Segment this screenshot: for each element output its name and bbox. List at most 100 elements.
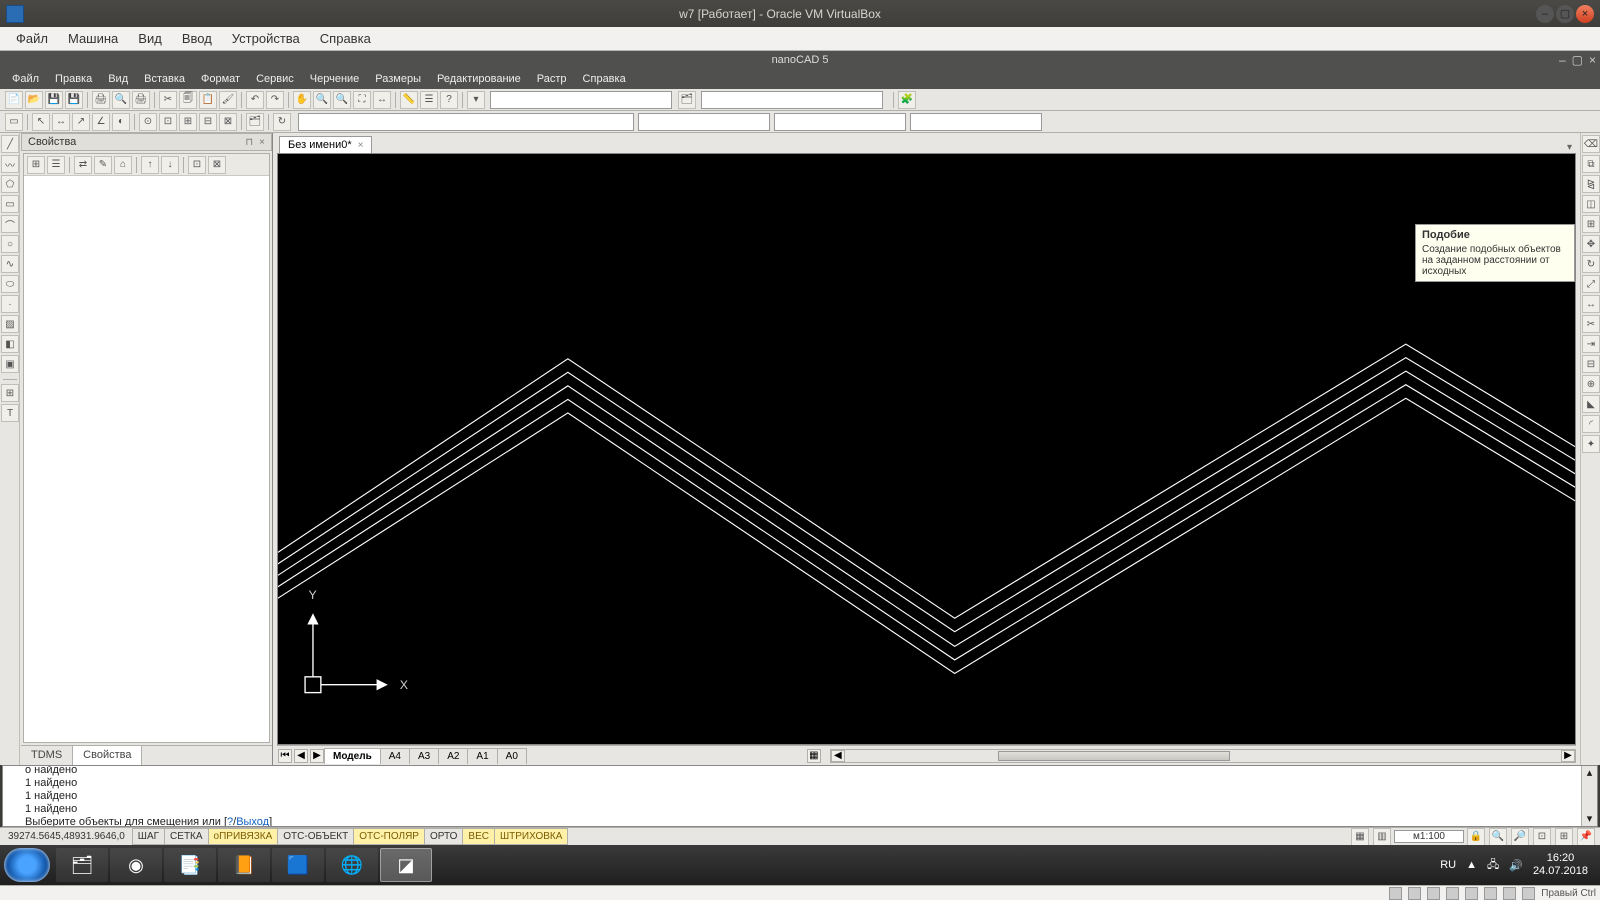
properties-icon[interactable]: ☰ xyxy=(420,91,438,109)
explode-icon[interactable]: ✦ xyxy=(1582,435,1600,453)
layer-manager-icon[interactable]: 🗂 xyxy=(678,91,696,109)
pan-icon[interactable]: ✋ xyxy=(293,91,311,109)
tab-overflow-icon[interactable]: ▾ xyxy=(1567,142,1580,153)
vb-menu-help[interactable]: Справка xyxy=(310,28,381,49)
toggle-snap[interactable]: ШАГ xyxy=(132,828,165,845)
toggle-otrack-polar[interactable]: ОТС-ПОЛЯР xyxy=(353,828,425,845)
status-model-icon[interactable]: ▦ xyxy=(1351,828,1369,846)
vb-menu-view[interactable]: Вид xyxy=(128,28,172,49)
sheet-tab-a2[interactable]: A2 xyxy=(438,748,468,764)
open-icon[interactable]: 📂 xyxy=(25,91,43,109)
arc-icon[interactable]: ⌒ xyxy=(1,215,19,233)
rotate-icon[interactable]: ↻ xyxy=(1582,255,1600,273)
snap2-icon[interactable]: ⊡ xyxy=(159,113,177,131)
layer-state-dropdown[interactable] xyxy=(701,91,883,109)
tray-flag-icon[interactable]: ▲ xyxy=(1466,859,1477,871)
match-icon[interactable]: 🖌 xyxy=(219,91,237,109)
hatch-icon[interactable]: ▨ xyxy=(1,315,19,333)
drawing-canvas[interactable]: X Y Подобие Создание подобных объектов н… xyxy=(277,153,1576,745)
layer-dropdown-icon[interactable]: ▾ xyxy=(467,91,485,109)
vb-mouse-icon[interactable] xyxy=(1522,887,1535,900)
toggle-grid[interactable]: СЕТКА xyxy=(164,828,209,845)
fillet-icon[interactable]: ◜ xyxy=(1582,415,1600,433)
nc-menu-file[interactable]: Файл xyxy=(4,71,47,87)
props-tool-2[interactable]: ☰ xyxy=(47,156,65,174)
vb-hdd-icon[interactable] xyxy=(1389,887,1402,900)
trim-icon[interactable]: ✂ xyxy=(1582,315,1600,333)
panel-close-icon[interactable]: × xyxy=(259,137,265,148)
snap3-icon[interactable]: ⊞ xyxy=(179,113,197,131)
toggle-ortho[interactable]: ОРТО xyxy=(424,828,463,845)
nanocad-maximize[interactable]: ▢ xyxy=(1572,53,1583,67)
dim-radius-icon[interactable]: ◐ xyxy=(112,113,130,131)
props-tool-1[interactable]: ⊞ xyxy=(27,156,45,174)
vb-shared-icon[interactable] xyxy=(1465,887,1478,900)
nanocad-minimize[interactable]: – xyxy=(1559,53,1566,67)
sheet-tab-a4[interactable]: A4 xyxy=(380,748,410,764)
text-icon[interactable]: T xyxy=(1,404,19,422)
command-window[interactable]: о найдено 1 найдено 1 найдено 1 найдено … xyxy=(2,765,1598,827)
point-icon[interactable]: · xyxy=(1,295,19,313)
taskbar-nanocad[interactable]: ◪ xyxy=(380,848,432,882)
select-icon[interactable]: ▭ xyxy=(5,113,23,131)
vb-usb-icon[interactable] xyxy=(1446,887,1459,900)
join-icon[interactable]: ⊕ xyxy=(1582,375,1600,393)
refresh-icon[interactable]: ↻ xyxy=(273,113,291,131)
preview-icon[interactable]: 🔍 xyxy=(112,91,130,109)
erase-icon[interactable]: ⌫ xyxy=(1582,135,1600,153)
properties-panel-header[interactable]: Свойства ⊓× xyxy=(21,133,272,151)
taskbar-explorer[interactable]: 🗂 xyxy=(56,848,108,882)
new-icon[interactable]: 📄 xyxy=(5,91,23,109)
minimize-button[interactable]: – xyxy=(1536,5,1554,23)
mirror-icon[interactable]: ⧎ xyxy=(1582,175,1600,193)
vb-record-icon[interactable] xyxy=(1503,887,1516,900)
sheet-tab-model[interactable]: Модель xyxy=(324,748,381,764)
status-find-icon[interactable]: 🔍 xyxy=(1489,828,1507,846)
region-icon[interactable]: ▣ xyxy=(1,355,19,373)
nc-menu-raster[interactable]: Растр xyxy=(529,71,575,87)
save-icon[interactable]: 💾 xyxy=(45,91,63,109)
hscroll-thumb[interactable] xyxy=(998,751,1230,761)
nc-menu-draw[interactable]: Черчение xyxy=(302,71,368,87)
vb-menu-input[interactable]: Ввод xyxy=(172,28,222,49)
extend-icon[interactable]: ⇥ xyxy=(1582,335,1600,353)
nc-menu-service[interactable]: Сервис xyxy=(248,71,302,87)
break-icon[interactable]: ⊟ xyxy=(1582,355,1600,373)
tray-sound-icon[interactable]: 🔊 xyxy=(1509,859,1523,872)
stretch-icon[interactable]: ↔ xyxy=(1582,295,1600,313)
props-tool-6[interactable]: ↑ xyxy=(141,156,159,174)
panel-pin-icon[interactable]: ⊓ xyxy=(245,137,253,148)
nc-menu-modify[interactable]: Редактирование xyxy=(429,71,529,87)
table-icon[interactable]: ⊞ xyxy=(1,384,19,402)
toggle-otrack-obj[interactable]: ОТС-ОБЪЕКТ xyxy=(277,828,354,845)
dim-angular-icon[interactable]: ∠ xyxy=(92,113,110,131)
vb-display-icon[interactable] xyxy=(1484,887,1497,900)
ellipse-icon[interactable]: ⬭ xyxy=(1,275,19,293)
properties-tab-properties[interactable]: Свойства xyxy=(73,746,142,765)
vb-menu-file[interactable]: Файл xyxy=(6,28,58,49)
props-tool-5[interactable]: ⌂ xyxy=(114,156,132,174)
dim-aligned-icon[interactable]: ↗ xyxy=(72,113,90,131)
command-prompt[interactable]: Выберите объекты для смещения или [?/Вых… xyxy=(25,816,272,827)
spline-icon[interactable]: ∿ xyxy=(1,255,19,273)
sheet-tab-a1[interactable]: A1 xyxy=(467,748,497,764)
sheet-nav-prev[interactable]: ◀ xyxy=(294,749,308,763)
line-icon[interactable]: ╱ xyxy=(1,135,19,153)
nc-menu-format[interactable]: Формат xyxy=(193,71,248,87)
snap4-icon[interactable]: ⊟ xyxy=(199,113,217,131)
copy-icon[interactable]: 🗐 xyxy=(179,91,197,109)
props-tool-4[interactable]: ✎ xyxy=(94,156,112,174)
props-tool-8[interactable]: ⊡ xyxy=(188,156,206,174)
hscroll-left-icon[interactable]: ◀ xyxy=(831,750,845,762)
print-icon[interactable]: 🖨 xyxy=(92,91,110,109)
props-tool-9[interactable]: ⊠ xyxy=(208,156,226,174)
sheet-grid-icon[interactable]: ▦ xyxy=(807,749,821,763)
taskbar-app1[interactable]: 📑 xyxy=(164,848,216,882)
redo-icon[interactable]: ↷ xyxy=(266,91,284,109)
nc-menu-insert[interactable]: Вставка xyxy=(136,71,193,87)
toggle-hatch[interactable]: ШТРИХОВКА xyxy=(494,828,568,845)
paste-icon[interactable]: 📋 xyxy=(199,91,217,109)
toggle-osnap[interactable]: оПРИВЯЗКА xyxy=(208,828,279,845)
plot-icon[interactable]: 🖨 xyxy=(132,91,150,109)
snap5-icon[interactable]: ⊠ xyxy=(219,113,237,131)
